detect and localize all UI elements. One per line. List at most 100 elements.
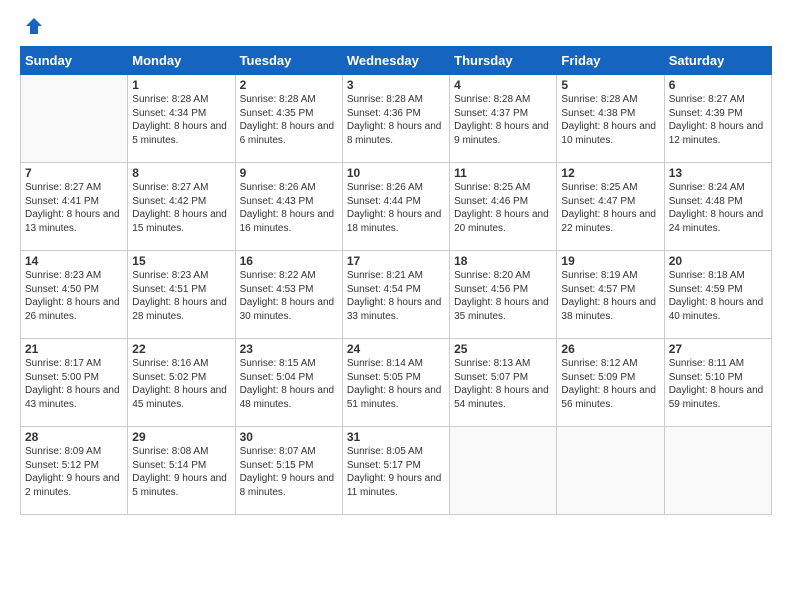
table-row: 29Sunrise: 8:08 AM Sunset: 5:14 PM Dayli… [128, 427, 235, 515]
table-row: 26Sunrise: 8:12 AM Sunset: 5:09 PM Dayli… [557, 339, 664, 427]
calendar-header-row: Sunday Monday Tuesday Wednesday Thursday… [21, 47, 772, 75]
day-info: Sunrise: 8:05 AM Sunset: 5:17 PM Dayligh… [347, 445, 445, 499]
col-saturday: Saturday [664, 47, 771, 75]
day-info: Sunrise: 8:28 AM Sunset: 4:34 PM Dayligh… [132, 93, 230, 147]
day-info: Sunrise: 8:25 AM Sunset: 4:46 PM Dayligh… [454, 181, 552, 235]
day-number: 3 [347, 78, 445, 92]
day-info: Sunrise: 8:17 AM Sunset: 5:00 PM Dayligh… [25, 357, 123, 411]
col-monday: Monday [128, 47, 235, 75]
table-row: 20Sunrise: 8:18 AM Sunset: 4:59 PM Dayli… [664, 251, 771, 339]
day-info: Sunrise: 8:11 AM Sunset: 5:10 PM Dayligh… [669, 357, 767, 411]
table-row: 30Sunrise: 8:07 AM Sunset: 5:15 PM Dayli… [235, 427, 342, 515]
day-number: 24 [347, 342, 445, 356]
day-number: 4 [454, 78, 552, 92]
day-number: 9 [240, 166, 338, 180]
day-info: Sunrise: 8:19 AM Sunset: 4:57 PM Dayligh… [561, 269, 659, 323]
day-number: 28 [25, 430, 123, 444]
day-info: Sunrise: 8:12 AM Sunset: 5:09 PM Dayligh… [561, 357, 659, 411]
table-row [21, 75, 128, 163]
day-number: 5 [561, 78, 659, 92]
table-row: 7Sunrise: 8:27 AM Sunset: 4:41 PM Daylig… [21, 163, 128, 251]
logo [20, 16, 44, 36]
day-info: Sunrise: 8:09 AM Sunset: 5:12 PM Dayligh… [25, 445, 123, 499]
day-number: 30 [240, 430, 338, 444]
day-info: Sunrise: 8:26 AM Sunset: 4:44 PM Dayligh… [347, 181, 445, 235]
col-wednesday: Wednesday [342, 47, 449, 75]
table-row: 18Sunrise: 8:20 AM Sunset: 4:56 PM Dayli… [450, 251, 557, 339]
calendar-week-row: 14Sunrise: 8:23 AM Sunset: 4:50 PM Dayli… [21, 251, 772, 339]
table-row: 23Sunrise: 8:15 AM Sunset: 5:04 PM Dayli… [235, 339, 342, 427]
day-info: Sunrise: 8:21 AM Sunset: 4:54 PM Dayligh… [347, 269, 445, 323]
calendar-week-row: 21Sunrise: 8:17 AM Sunset: 5:00 PM Dayli… [21, 339, 772, 427]
table-row: 1Sunrise: 8:28 AM Sunset: 4:34 PM Daylig… [128, 75, 235, 163]
day-number: 10 [347, 166, 445, 180]
day-number: 18 [454, 254, 552, 268]
calendar-week-row: 1Sunrise: 8:28 AM Sunset: 4:34 PM Daylig… [21, 75, 772, 163]
table-row: 16Sunrise: 8:22 AM Sunset: 4:53 PM Dayli… [235, 251, 342, 339]
day-info: Sunrise: 8:27 AM Sunset: 4:41 PM Dayligh… [25, 181, 123, 235]
table-row: 31Sunrise: 8:05 AM Sunset: 5:17 PM Dayli… [342, 427, 449, 515]
table-row: 22Sunrise: 8:16 AM Sunset: 5:02 PM Dayli… [128, 339, 235, 427]
table-row: 28Sunrise: 8:09 AM Sunset: 5:12 PM Dayli… [21, 427, 128, 515]
day-number: 14 [25, 254, 123, 268]
day-number: 20 [669, 254, 767, 268]
header [20, 16, 772, 36]
day-info: Sunrise: 8:20 AM Sunset: 4:56 PM Dayligh… [454, 269, 552, 323]
day-info: Sunrise: 8:26 AM Sunset: 4:43 PM Dayligh… [240, 181, 338, 235]
table-row: 3Sunrise: 8:28 AM Sunset: 4:36 PM Daylig… [342, 75, 449, 163]
day-info: Sunrise: 8:23 AM Sunset: 4:51 PM Dayligh… [132, 269, 230, 323]
table-row [664, 427, 771, 515]
day-info: Sunrise: 8:13 AM Sunset: 5:07 PM Dayligh… [454, 357, 552, 411]
day-number: 23 [240, 342, 338, 356]
day-number: 21 [25, 342, 123, 356]
table-row: 21Sunrise: 8:17 AM Sunset: 5:00 PM Dayli… [21, 339, 128, 427]
table-row: 6Sunrise: 8:27 AM Sunset: 4:39 PM Daylig… [664, 75, 771, 163]
table-row: 24Sunrise: 8:14 AM Sunset: 5:05 PM Dayli… [342, 339, 449, 427]
day-info: Sunrise: 8:28 AM Sunset: 4:37 PM Dayligh… [454, 93, 552, 147]
table-row: 9Sunrise: 8:26 AM Sunset: 4:43 PM Daylig… [235, 163, 342, 251]
table-row: 17Sunrise: 8:21 AM Sunset: 4:54 PM Dayli… [342, 251, 449, 339]
day-info: Sunrise: 8:27 AM Sunset: 4:42 PM Dayligh… [132, 181, 230, 235]
table-row: 11Sunrise: 8:25 AM Sunset: 4:46 PM Dayli… [450, 163, 557, 251]
day-number: 13 [669, 166, 767, 180]
col-thursday: Thursday [450, 47, 557, 75]
calendar-table: Sunday Monday Tuesday Wednesday Thursday… [20, 46, 772, 515]
table-row: 19Sunrise: 8:19 AM Sunset: 4:57 PM Dayli… [557, 251, 664, 339]
logo-icon [24, 16, 44, 36]
day-number: 2 [240, 78, 338, 92]
day-info: Sunrise: 8:28 AM Sunset: 4:38 PM Dayligh… [561, 93, 659, 147]
table-row [450, 427, 557, 515]
calendar-week-row: 7Sunrise: 8:27 AM Sunset: 4:41 PM Daylig… [21, 163, 772, 251]
day-number: 29 [132, 430, 230, 444]
table-row: 2Sunrise: 8:28 AM Sunset: 4:35 PM Daylig… [235, 75, 342, 163]
day-number: 6 [669, 78, 767, 92]
day-info: Sunrise: 8:14 AM Sunset: 5:05 PM Dayligh… [347, 357, 445, 411]
table-row: 14Sunrise: 8:23 AM Sunset: 4:50 PM Dayli… [21, 251, 128, 339]
day-number: 27 [669, 342, 767, 356]
table-row: 27Sunrise: 8:11 AM Sunset: 5:10 PM Dayli… [664, 339, 771, 427]
day-number: 15 [132, 254, 230, 268]
col-friday: Friday [557, 47, 664, 75]
col-sunday: Sunday [21, 47, 128, 75]
day-info: Sunrise: 8:16 AM Sunset: 5:02 PM Dayligh… [132, 357, 230, 411]
day-number: 16 [240, 254, 338, 268]
day-number: 1 [132, 78, 230, 92]
day-info: Sunrise: 8:23 AM Sunset: 4:50 PM Dayligh… [25, 269, 123, 323]
page: Sunday Monday Tuesday Wednesday Thursday… [0, 0, 792, 612]
day-number: 26 [561, 342, 659, 356]
table-row: 12Sunrise: 8:25 AM Sunset: 4:47 PM Dayli… [557, 163, 664, 251]
table-row: 25Sunrise: 8:13 AM Sunset: 5:07 PM Dayli… [450, 339, 557, 427]
day-info: Sunrise: 8:08 AM Sunset: 5:14 PM Dayligh… [132, 445, 230, 499]
day-info: Sunrise: 8:07 AM Sunset: 5:15 PM Dayligh… [240, 445, 338, 499]
day-info: Sunrise: 8:25 AM Sunset: 4:47 PM Dayligh… [561, 181, 659, 235]
table-row: 13Sunrise: 8:24 AM Sunset: 4:48 PM Dayli… [664, 163, 771, 251]
day-number: 22 [132, 342, 230, 356]
table-row: 4Sunrise: 8:28 AM Sunset: 4:37 PM Daylig… [450, 75, 557, 163]
table-row: 10Sunrise: 8:26 AM Sunset: 4:44 PM Dayli… [342, 163, 449, 251]
table-row [557, 427, 664, 515]
day-number: 25 [454, 342, 552, 356]
table-row: 15Sunrise: 8:23 AM Sunset: 4:51 PM Dayli… [128, 251, 235, 339]
col-tuesday: Tuesday [235, 47, 342, 75]
day-number: 31 [347, 430, 445, 444]
day-number: 19 [561, 254, 659, 268]
